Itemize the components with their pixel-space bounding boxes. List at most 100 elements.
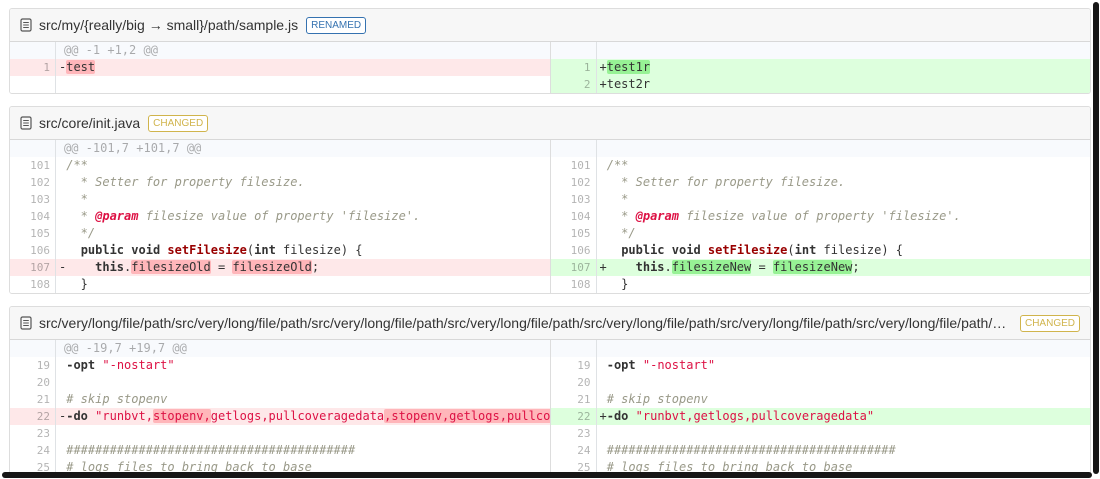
diff-row: 105 */ [550, 225, 1090, 242]
code-line: * Setter for property filesize. [56, 174, 550, 191]
code-segment: stopenv, [152, 409, 211, 423]
line-number: 23 [551, 425, 597, 442]
file-diff-panel: src/very/long/file/path/src/very/long/fi… [9, 306, 1091, 477]
code-segment: -do [66, 409, 88, 423]
code-segment: # skip stopenv [66, 392, 168, 406]
code-line: * @param filesize value of property 'fil… [597, 208, 1091, 225]
line-number: 107 [551, 259, 597, 276]
code-segment: public [80, 243, 125, 257]
code-segment: * [599, 209, 636, 223]
code-segment: /** [59, 158, 88, 172]
line-number: 22 [10, 408, 56, 425]
code-segment: -opt [606, 358, 636, 372]
file-icon [20, 116, 32, 130]
code-line: ######################################## [56, 442, 550, 459]
diff-body: @@ -19,7 +19,7 @@ 19 -opt "-nostart" 20 21 … [10, 340, 1090, 476]
code-segment: filesizeNew [772, 260, 853, 274]
line-number [551, 340, 597, 357]
line-number: 107 [10, 259, 56, 276]
line-number [10, 42, 56, 59]
code-segment: ( [787, 243, 795, 257]
diff-row: 108 } [10, 276, 550, 293]
code-segment: ######################################## [606, 443, 896, 457]
code-segment: . [664, 260, 672, 274]
code-segment: int [794, 243, 817, 257]
code-segment: + [599, 60, 607, 74]
file-header: src/very/long/file/path/src/very/long/fi… [10, 307, 1090, 340]
file-header: src/my/{really/big → small}/path/sample.… [10, 9, 1090, 42]
code-line: public void setFilesize(int filesize) { [56, 242, 550, 259]
code-segment: test [66, 60, 96, 74]
line-number: 102 [10, 174, 56, 191]
line-number: 23 [10, 425, 56, 442]
code-line: +test2r [597, 76, 1091, 93]
code-segment: */ [599, 226, 636, 240]
diff-row: 103 * [10, 191, 550, 208]
line-number [10, 76, 56, 93]
code-segment: } [599, 277, 629, 291]
code-segment: ; [311, 260, 320, 274]
code-segment: = [210, 260, 233, 274]
diff-left-pane: @@ -101,7 +101,7 @@ 101 /** 102 * Setter f… [10, 140, 550, 293]
line-number: 106 [551, 242, 597, 259]
diff-row: 1 -test [10, 59, 550, 76]
code-line: +-do "runbvt,getlogs,pullcoveragedata" [597, 408, 1091, 425]
line-number: 104 [551, 208, 597, 225]
diff-row: 21 # skip stopenv [550, 391, 1090, 408]
code-line: -test [56, 59, 550, 76]
line-number [551, 140, 597, 157]
code-segment: = [751, 260, 773, 274]
code-line: - this.filesizeOld = filesizeOld; [56, 259, 550, 276]
line-number: 20 [551, 374, 597, 391]
line-number: 108 [10, 276, 56, 293]
code-line: /** [597, 157, 1091, 174]
diff-row: 106 public void setFilesize(int filesize… [550, 242, 1090, 259]
line-number: 105 [10, 225, 56, 242]
code-segment: filesizeOld [232, 260, 312, 274]
diff-row: 105 */ [10, 225, 550, 242]
file-icon [20, 316, 32, 330]
line-number: 20 [10, 374, 56, 391]
code-line: * @param filesize value of property 'fil… [56, 208, 550, 225]
line-number: 104 [10, 208, 56, 225]
diff-row: 104 * @param filesize value of property … [10, 208, 550, 225]
diff-row: 1 +test1r [550, 59, 1090, 76]
diff-right-pane: 1 +test1r 2 +test2r [549, 42, 1091, 93]
diff-row [550, 340, 1091, 357]
code-line: } [597, 276, 1091, 293]
vertical-scrollbar[interactable] [1093, 2, 1099, 474]
code-line: /** [56, 157, 550, 174]
file-status-badge: CHANGED [1019, 314, 1080, 332]
diff-row: 2 +test2r [550, 76, 1091, 93]
line-number: 101 [10, 157, 56, 174]
line-number: 101 [551, 157, 597, 174]
code-segment: getlogs,pullcoveragedata [210, 409, 385, 423]
line-number: 24 [551, 442, 597, 459]
diff-body: @@ -101,7 +101,7 @@ 101 /** 102 * Setter f… [10, 140, 1090, 293]
code-segment: filesizeNew [671, 260, 752, 274]
code-segment: setFilesize [707, 243, 788, 257]
line-number: 108 [551, 276, 597, 293]
diff-row: 19 -opt "-nostart" [550, 357, 1090, 374]
code-segment: * Setter for property filesize. [59, 175, 305, 189]
code-segment: @@ -101,7 +101,7 @@ [64, 141, 202, 155]
diff-row: 103 * [550, 191, 1090, 208]
diff-row: @@ -101,7 +101,7 @@ [10, 140, 550, 157]
code-segment: "-nostart" [102, 358, 175, 372]
diff-row: 24 #####################################… [550, 442, 1090, 459]
horizontal-scrollbar[interactable] [2, 472, 1092, 478]
diff-row: 20 [550, 374, 1091, 391]
code-segment: this [635, 260, 665, 274]
code-segment: public [621, 243, 665, 257]
hunk-header [597, 140, 1091, 157]
code-segment: void [671, 243, 701, 257]
hunk-header [597, 340, 1091, 357]
